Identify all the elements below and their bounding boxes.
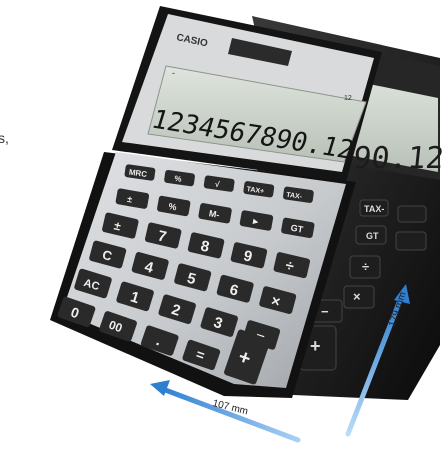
rear-key-label: ÷	[362, 259, 369, 274]
key-label: %	[174, 174, 182, 184]
rear-key-label: TAX-	[364, 204, 384, 214]
product-image: 890.12 TAX- GT ÷ × − + CASIO - 12 123456…	[50, 6, 443, 443]
rear-key-label: GT	[366, 231, 379, 241]
rear-key-label: ×	[353, 289, 361, 304]
rear-key-label: −	[321, 304, 329, 319]
key-label: M-	[208, 208, 220, 220]
key-label: ►	[250, 216, 261, 227]
rear-key-label: +	[310, 336, 321, 356]
display-indicator: -	[172, 68, 175, 78]
display-model-tag: 12	[344, 95, 352, 102]
key-label: %	[168, 201, 178, 212]
